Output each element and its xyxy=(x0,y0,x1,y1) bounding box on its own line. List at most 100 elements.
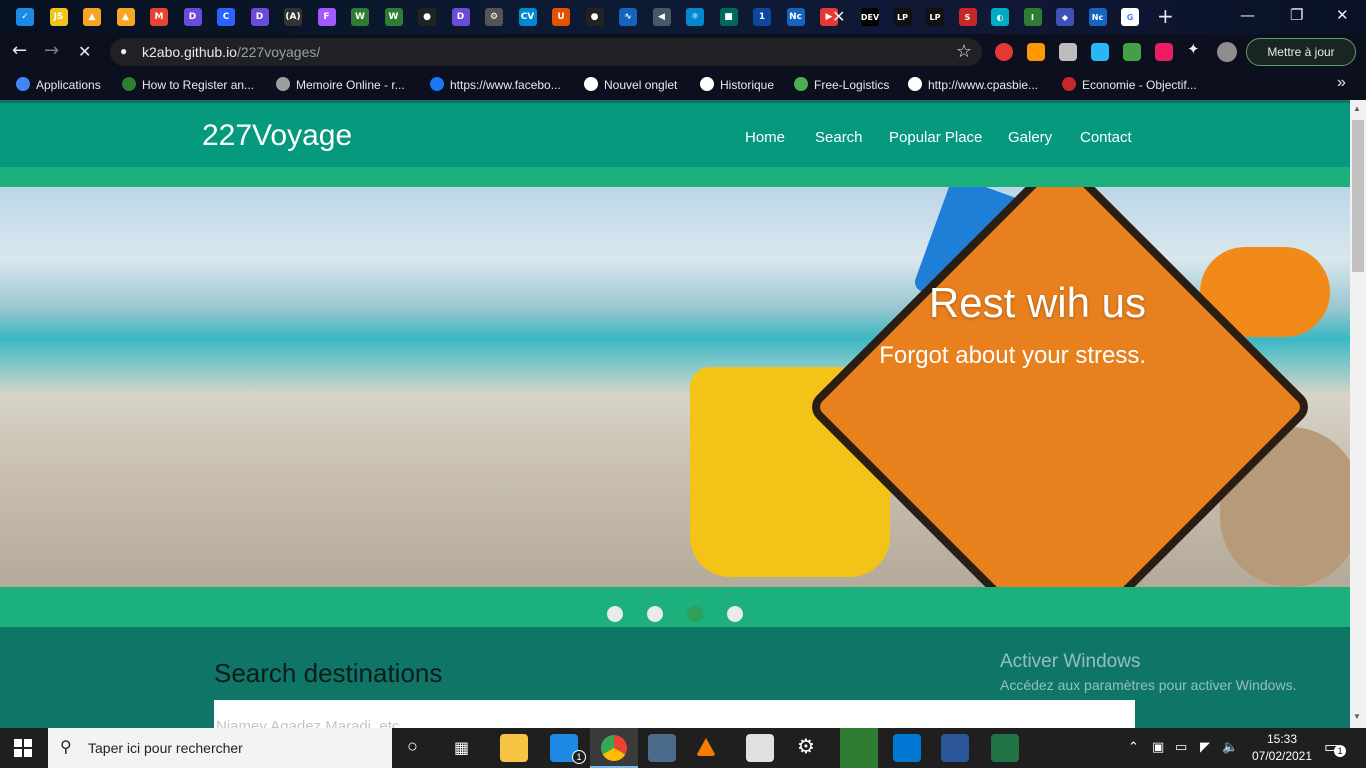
u-icon[interactable]: U xyxy=(552,8,570,26)
carousel-dot-3[interactable] xyxy=(687,606,703,622)
mail-icon[interactable]: 1 xyxy=(550,734,586,764)
react-icon[interactable]: ⚛ xyxy=(686,8,704,26)
nav-home[interactable]: Home xyxy=(745,129,785,146)
bracket-icon[interactable]: ◐ xyxy=(991,8,1009,26)
close-window-button[interactable]: ✕ xyxy=(1336,6,1349,24)
lp-icon-2[interactable]: LP xyxy=(926,8,944,26)
back-button[interactable]: ← xyxy=(12,40,27,61)
windows-start-icon[interactable] xyxy=(14,739,32,757)
bookmark-item[interactable]: Historique xyxy=(700,77,774,92)
nav-search[interactable]: Search xyxy=(815,129,863,146)
remote-app-icon[interactable] xyxy=(840,728,878,768)
tray-chevron-icon[interactable]: ⌃ xyxy=(1128,739,1139,755)
nav-contact[interactable]: Contact xyxy=(1080,129,1132,146)
bookmark-item[interactable]: Free-Logistics xyxy=(794,77,889,92)
wifi-icon[interactable]: ◤ xyxy=(1200,739,1210,755)
figma-icon[interactable]: F xyxy=(317,8,336,26)
square-icon[interactable]: ■ xyxy=(719,8,738,26)
one-icon[interactable]: 1 xyxy=(753,8,771,26)
volume-icon[interactable]: 🔈 xyxy=(1222,739,1238,755)
vlc-icon[interactable] xyxy=(696,738,716,756)
bookmark-star-icon[interactable]: ☆ xyxy=(956,41,972,62)
cortana-icon[interactable]: ○ xyxy=(407,736,418,757)
nav-popular-place[interactable]: Popular Place xyxy=(889,129,982,146)
scroll-up-arrow-icon[interactable]: ▲ xyxy=(1353,104,1361,113)
arrow-icon[interactable]: ◀ xyxy=(652,8,671,26)
new-tab-button[interactable]: + xyxy=(1157,4,1174,28)
nc-icon[interactable]: Nc xyxy=(786,8,805,26)
bookmark-item[interactable]: http://www.cpasbie... xyxy=(908,77,1038,92)
a-icon[interactable]: (A) xyxy=(284,8,302,26)
carousel-dot-4[interactable] xyxy=(727,606,743,622)
carousel-dot-1[interactable] xyxy=(607,606,623,622)
swoosh-icon[interactable]: ✓ xyxy=(16,8,34,26)
c-icon[interactable]: C xyxy=(217,8,235,26)
camera-icon[interactable] xyxy=(1059,43,1077,61)
github-icon[interactable]: ● xyxy=(418,8,436,26)
avatar[interactable] xyxy=(1217,42,1237,62)
vscode-icon[interactable] xyxy=(893,734,921,762)
bookmark-item[interactable]: Memoire Online - r... xyxy=(276,77,405,92)
s-icon[interactable]: S xyxy=(958,8,977,26)
dev-icon-3[interactable]: D xyxy=(451,8,470,26)
lp-icon[interactable]: LP xyxy=(893,8,912,26)
w-icon[interactable]: W xyxy=(351,8,369,26)
desktop-app-icon[interactable] xyxy=(648,734,676,762)
forward-button[interactable]: → xyxy=(44,40,59,61)
nav-galery[interactable]: Galery xyxy=(1008,129,1052,146)
js-icon[interactable]: JS xyxy=(49,8,68,26)
taskbar-search-box[interactable]: ⚲ Taper ici pour rechercher xyxy=(48,728,392,768)
cv-icon[interactable]: CV xyxy=(518,8,537,26)
page-scrollbar[interactable]: ▲ ▼ xyxy=(1350,100,1366,728)
google-icon[interactable]: G xyxy=(1121,8,1139,26)
destination-search-input[interactable] xyxy=(214,700,1135,728)
excel-icon[interactable] xyxy=(991,734,1019,762)
stop-loading-button[interactable]: ✕ xyxy=(78,42,91,61)
carousel-dot-2[interactable] xyxy=(647,606,663,622)
dev-icon-2[interactable]: D xyxy=(250,8,269,26)
extension-icon-2[interactable] xyxy=(1027,43,1045,61)
bookmarks-overflow-button[interactable]: » xyxy=(1337,74,1346,92)
file-explorer-icon[interactable] xyxy=(500,734,528,762)
task-view-icon[interactable]: ▦ xyxy=(454,738,469,758)
minimize-button[interactable]: — xyxy=(1240,6,1255,24)
address-bar[interactable]: ● k2abo.github.io/227voyages/ ☆ xyxy=(110,38,982,66)
battery-icon[interactable]: ▭ xyxy=(1175,739,1187,755)
i-icon[interactable]: I xyxy=(1023,8,1042,26)
download-icon[interactable] xyxy=(1123,43,1141,61)
dev-to-icon[interactable]: DEV xyxy=(861,8,879,26)
extension-icon-1[interactable] xyxy=(995,43,1013,61)
gmail-icon[interactable]: M xyxy=(150,8,168,26)
store-icon[interactable] xyxy=(746,734,774,762)
nc-icon-2[interactable]: Nc xyxy=(1088,8,1107,26)
word-icon[interactable] xyxy=(941,734,969,762)
clock-time[interactable]: 15:33 xyxy=(1262,732,1302,746)
firebase-icon-2[interactable]: ▲ xyxy=(116,8,135,26)
close-tab-icon[interactable]: ✕ xyxy=(832,7,845,26)
scroll-thumb[interactable] xyxy=(1352,120,1364,272)
site-brand[interactable]: 227Voyage xyxy=(202,119,352,153)
tray-device-icon[interactable]: ▣ xyxy=(1152,739,1164,755)
firebase-icon[interactable]: ▲ xyxy=(83,8,101,26)
settings-gear-icon[interactable]: ⚙ xyxy=(797,734,815,759)
puzzle-icon[interactable]: ✦ xyxy=(1187,40,1205,58)
update-button[interactable]: Mettre à jour xyxy=(1246,38,1356,66)
notification-center-icon[interactable]: ▭ 1 xyxy=(1324,737,1346,757)
gear-icon[interactable]: ⚙ xyxy=(485,8,503,26)
bookmark-item[interactable]: Nouvel onglet xyxy=(584,77,677,92)
w-icon-2[interactable]: W xyxy=(384,8,403,26)
clock-date[interactable]: 07/02/2021 xyxy=(1250,749,1314,763)
bookmark-item[interactable]: Applications xyxy=(16,77,101,92)
bookmark-item[interactable]: Economie - Objectif... xyxy=(1062,77,1197,92)
github-icon-2[interactable]: ● xyxy=(585,8,604,26)
wave-icon[interactable]: ∿ xyxy=(619,8,637,26)
bookmark-item[interactable]: How to Register an... xyxy=(122,77,254,92)
chrome-taskbar-button[interactable] xyxy=(590,728,638,768)
scroll-down-arrow-icon[interactable]: ▼ xyxy=(1353,712,1361,721)
extension-icon-4[interactable] xyxy=(1091,43,1109,61)
extension-icon-6[interactable] xyxy=(1155,43,1173,61)
bookmark-item[interactable]: https://www.facebo... xyxy=(430,77,561,92)
docs-icon[interactable]: ◆ xyxy=(1056,8,1074,26)
restore-button[interactable]: ❐ xyxy=(1290,6,1303,24)
dev-icon[interactable]: D xyxy=(183,8,202,26)
